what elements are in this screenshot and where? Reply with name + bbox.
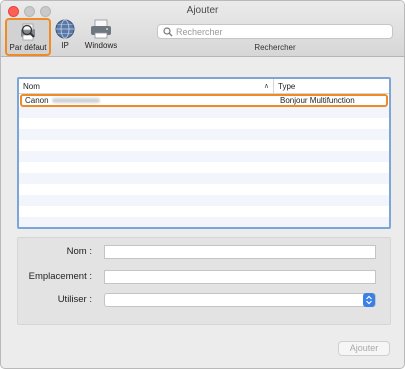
sort-ascending-icon: ∧	[263, 83, 269, 90]
column-header-type[interactable]: Type	[274, 82, 295, 91]
window-title: Ajouter	[186, 5, 219, 16]
default-printer-icon	[21, 23, 35, 41]
name-label: Nom :	[66, 246, 92, 257]
location-row: Emplacement :	[18, 269, 390, 284]
toolbar-windows-label: Windows	[84, 41, 118, 50]
empty-row	[19, 140, 389, 151]
table-row[interactable]: Canon Bonjour Multifunction	[20, 94, 388, 107]
toolbar: Ajouter Par défaut IP Windows Rechercher…	[1, 1, 404, 57]
empty-row	[19, 217, 389, 227]
globe-network-icon	[55, 19, 75, 39]
empty-row	[19, 206, 389, 217]
printer-details-form: Nom : Emplacement : Utiliser :	[17, 237, 391, 325]
name-field[interactable]	[104, 244, 376, 259]
toolbar-ip-label: IP	[61, 41, 69, 50]
empty-row	[19, 184, 389, 195]
location-field[interactable]	[104, 269, 376, 284]
printer-list[interactable]: Nom ∧ Type Canon Bonjour Multifunction	[17, 77, 391, 229]
toolbar-default-label: Par défaut	[9, 43, 47, 52]
empty-row	[19, 107, 389, 118]
add-printer-window: Ajouter Par défaut IP Windows Rechercher…	[0, 0, 405, 369]
empty-row	[19, 195, 389, 206]
windows-printer-icon	[91, 19, 111, 39]
list-header: Nom ∧ Type	[19, 79, 389, 94]
use-label: Utiliser :	[57, 294, 92, 305]
empty-row	[19, 129, 389, 140]
driver-select[interactable]	[104, 292, 376, 307]
empty-row	[19, 151, 389, 162]
toolbar-windows-button[interactable]: Windows	[81, 18, 121, 50]
search-placeholder: Rechercher	[176, 26, 223, 37]
location-label: Emplacement :	[28, 271, 92, 282]
toolbar-ip-button[interactable]: IP	[52, 18, 78, 50]
column-header-name[interactable]: Nom ∧	[19, 79, 274, 93]
search-icon	[163, 26, 173, 36]
use-row: Utiliser :	[18, 292, 390, 307]
empty-row	[19, 118, 389, 129]
list-rows: Canon Bonjour Multifunction	[19, 94, 389, 227]
column-name-label: Nom	[23, 81, 40, 91]
toolbar-default-button[interactable]: Par défaut	[5, 18, 51, 56]
column-type-label: Type	[278, 81, 296, 91]
search-field[interactable]: Rechercher	[157, 24, 393, 39]
printer-type: Bonjour Multifunction	[280, 96, 355, 105]
empty-row	[19, 173, 389, 184]
name-row: Nom :	[18, 244, 390, 259]
printer-name: Canon	[25, 96, 49, 105]
empty-row	[19, 162, 389, 173]
search-caption: Rechercher	[254, 43, 296, 52]
select-stepper-icon[interactable]	[363, 292, 375, 307]
redacted-model-text	[51, 98, 100, 103]
add-button[interactable]: Ajouter	[338, 341, 390, 356]
